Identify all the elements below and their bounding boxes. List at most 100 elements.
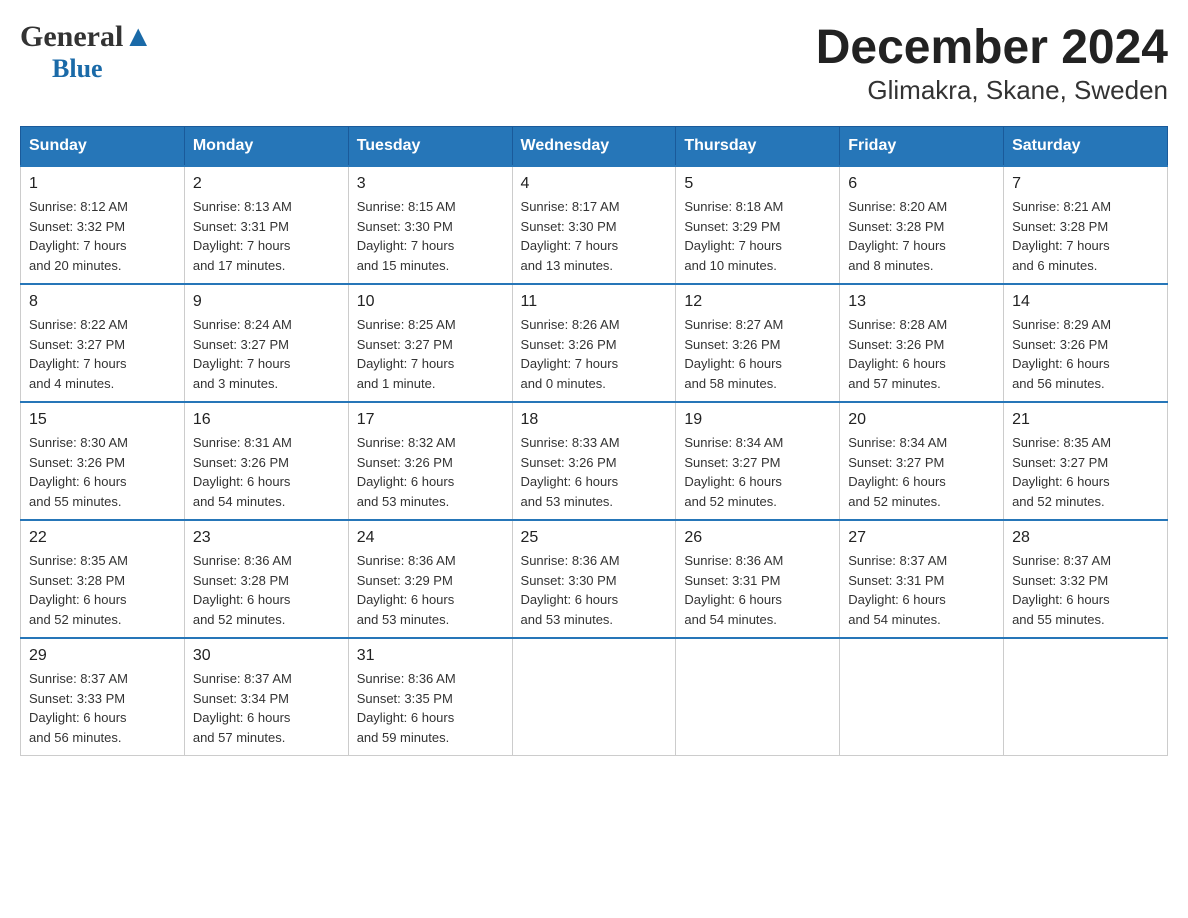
calendar-header: Sunday Monday Tuesday Wednesday Thursday…: [21, 127, 1168, 167]
calendar-cell: 24 Sunrise: 8:36 AMSunset: 3:29 PMDaylig…: [348, 520, 512, 638]
col-tuesday: Tuesday: [348, 127, 512, 167]
day-info: Sunrise: 8:37 AMSunset: 3:32 PMDaylight:…: [1012, 551, 1159, 629]
calendar-cell: 10 Sunrise: 8:25 AMSunset: 3:27 PMDaylig…: [348, 284, 512, 402]
calendar-cell: [512, 638, 676, 756]
day-info: Sunrise: 8:29 AMSunset: 3:26 PMDaylight:…: [1012, 315, 1159, 393]
calendar-cell: 18 Sunrise: 8:33 AMSunset: 3:26 PMDaylig…: [512, 402, 676, 520]
day-number: 12: [684, 293, 831, 311]
day-number: 17: [357, 411, 504, 429]
day-info: Sunrise: 8:31 AMSunset: 3:26 PMDaylight:…: [193, 433, 340, 511]
calendar-cell: 22 Sunrise: 8:35 AMSunset: 3:28 PMDaylig…: [21, 520, 185, 638]
page-title: December 2024: [816, 20, 1168, 75]
week-row-5: 29 Sunrise: 8:37 AMSunset: 3:33 PMDaylig…: [21, 638, 1168, 756]
day-info: Sunrise: 8:35 AMSunset: 3:28 PMDaylight:…: [29, 551, 176, 629]
day-number: 23: [193, 529, 340, 547]
day-info: Sunrise: 8:30 AMSunset: 3:26 PMDaylight:…: [29, 433, 176, 511]
day-number: 29: [29, 647, 176, 665]
day-number: 9: [193, 293, 340, 311]
page-subtitle: Glimakra, Skane, Sweden: [816, 75, 1168, 106]
day-number: 26: [684, 529, 831, 547]
calendar-cell: 21 Sunrise: 8:35 AMSunset: 3:27 PMDaylig…: [1004, 402, 1168, 520]
calendar-cell: 2 Sunrise: 8:13 AMSunset: 3:31 PMDayligh…: [184, 166, 348, 284]
page-header: General▲ Blue December 2024 Glimakra, Sk…: [20, 20, 1168, 106]
calendar-cell: 19 Sunrise: 8:34 AMSunset: 3:27 PMDaylig…: [676, 402, 840, 520]
week-row-3: 15 Sunrise: 8:30 AMSunset: 3:26 PMDaylig…: [21, 402, 1168, 520]
calendar-cell: 11 Sunrise: 8:26 AMSunset: 3:26 PMDaylig…: [512, 284, 676, 402]
col-wednesday: Wednesday: [512, 127, 676, 167]
day-info: Sunrise: 8:36 AMSunset: 3:28 PMDaylight:…: [193, 551, 340, 629]
day-number: 6: [848, 175, 995, 193]
day-number: 15: [29, 411, 176, 429]
day-info: Sunrise: 8:36 AMSunset: 3:35 PMDaylight:…: [357, 669, 504, 747]
day-number: 28: [1012, 529, 1159, 547]
day-number: 7: [1012, 175, 1159, 193]
day-info: Sunrise: 8:22 AMSunset: 3:27 PMDaylight:…: [29, 315, 176, 393]
header-row: Sunday Monday Tuesday Wednesday Thursday…: [21, 127, 1168, 167]
day-number: 3: [357, 175, 504, 193]
day-number: 20: [848, 411, 995, 429]
day-info: Sunrise: 8:17 AMSunset: 3:30 PMDaylight:…: [521, 197, 668, 275]
calendar-body: 1 Sunrise: 8:12 AMSunset: 3:32 PMDayligh…: [21, 166, 1168, 756]
week-row-1: 1 Sunrise: 8:12 AMSunset: 3:32 PMDayligh…: [21, 166, 1168, 284]
calendar-cell: 6 Sunrise: 8:20 AMSunset: 3:28 PMDayligh…: [840, 166, 1004, 284]
day-number: 22: [29, 529, 176, 547]
calendar-cell: 28 Sunrise: 8:37 AMSunset: 3:32 PMDaylig…: [1004, 520, 1168, 638]
calendar-cell: [1004, 638, 1168, 756]
day-info: Sunrise: 8:21 AMSunset: 3:28 PMDaylight:…: [1012, 197, 1159, 275]
day-info: Sunrise: 8:27 AMSunset: 3:26 PMDaylight:…: [684, 315, 831, 393]
day-info: Sunrise: 8:37 AMSunset: 3:33 PMDaylight:…: [29, 669, 176, 747]
calendar-cell: 26 Sunrise: 8:36 AMSunset: 3:31 PMDaylig…: [676, 520, 840, 638]
calendar-cell: 31 Sunrise: 8:36 AMSunset: 3:35 PMDaylig…: [348, 638, 512, 756]
calendar-cell: 12 Sunrise: 8:27 AMSunset: 3:26 PMDaylig…: [676, 284, 840, 402]
col-thursday: Thursday: [676, 127, 840, 167]
day-number: 8: [29, 293, 176, 311]
day-number: 27: [848, 529, 995, 547]
week-row-4: 22 Sunrise: 8:35 AMSunset: 3:28 PMDaylig…: [21, 520, 1168, 638]
day-number: 5: [684, 175, 831, 193]
calendar-cell: 17 Sunrise: 8:32 AMSunset: 3:26 PMDaylig…: [348, 402, 512, 520]
calendar-cell: [840, 638, 1004, 756]
calendar-cell: 4 Sunrise: 8:17 AMSunset: 3:30 PMDayligh…: [512, 166, 676, 284]
calendar-cell: 9 Sunrise: 8:24 AMSunset: 3:27 PMDayligh…: [184, 284, 348, 402]
calendar-table: Sunday Monday Tuesday Wednesday Thursday…: [20, 126, 1168, 756]
day-number: 30: [193, 647, 340, 665]
calendar-cell: 8 Sunrise: 8:22 AMSunset: 3:27 PMDayligh…: [21, 284, 185, 402]
day-number: 10: [357, 293, 504, 311]
day-number: 11: [521, 293, 668, 311]
day-info: Sunrise: 8:13 AMSunset: 3:31 PMDaylight:…: [193, 197, 340, 275]
day-number: 21: [1012, 411, 1159, 429]
calendar-cell: 30 Sunrise: 8:37 AMSunset: 3:34 PMDaylig…: [184, 638, 348, 756]
day-number: 31: [357, 647, 504, 665]
calendar-cell: 27 Sunrise: 8:37 AMSunset: 3:31 PMDaylig…: [840, 520, 1004, 638]
day-info: Sunrise: 8:37 AMSunset: 3:34 PMDaylight:…: [193, 669, 340, 747]
day-number: 25: [521, 529, 668, 547]
day-number: 18: [521, 411, 668, 429]
day-info: Sunrise: 8:33 AMSunset: 3:26 PMDaylight:…: [521, 433, 668, 511]
col-sunday: Sunday: [21, 127, 185, 167]
col-friday: Friday: [840, 127, 1004, 167]
title-block: December 2024 Glimakra, Skane, Sweden: [816, 20, 1168, 106]
calendar-cell: [676, 638, 840, 756]
day-info: Sunrise: 8:34 AMSunset: 3:27 PMDaylight:…: [848, 433, 995, 511]
logo-blue-text: Blue: [52, 54, 103, 84]
day-info: Sunrise: 8:36 AMSunset: 3:31 PMDaylight:…: [684, 551, 831, 629]
calendar-cell: 7 Sunrise: 8:21 AMSunset: 3:28 PMDayligh…: [1004, 166, 1168, 284]
calendar-cell: 3 Sunrise: 8:15 AMSunset: 3:30 PMDayligh…: [348, 166, 512, 284]
calendar-cell: 14 Sunrise: 8:29 AMSunset: 3:26 PMDaylig…: [1004, 284, 1168, 402]
day-info: Sunrise: 8:12 AMSunset: 3:32 PMDaylight:…: [29, 197, 176, 275]
day-number: 1: [29, 175, 176, 193]
week-row-2: 8 Sunrise: 8:22 AMSunset: 3:27 PMDayligh…: [21, 284, 1168, 402]
day-info: Sunrise: 8:25 AMSunset: 3:27 PMDaylight:…: [357, 315, 504, 393]
day-number: 19: [684, 411, 831, 429]
calendar-cell: 20 Sunrise: 8:34 AMSunset: 3:27 PMDaylig…: [840, 402, 1004, 520]
logo: General▲ Blue: [20, 20, 153, 84]
day-info: Sunrise: 8:20 AMSunset: 3:28 PMDaylight:…: [848, 197, 995, 275]
day-info: Sunrise: 8:35 AMSunset: 3:27 PMDaylight:…: [1012, 433, 1159, 511]
day-info: Sunrise: 8:32 AMSunset: 3:26 PMDaylight:…: [357, 433, 504, 511]
col-monday: Monday: [184, 127, 348, 167]
day-number: 14: [1012, 293, 1159, 311]
day-info: Sunrise: 8:28 AMSunset: 3:26 PMDaylight:…: [848, 315, 995, 393]
logo-text: General▲: [20, 20, 153, 54]
day-number: 24: [357, 529, 504, 547]
day-info: Sunrise: 8:24 AMSunset: 3:27 PMDaylight:…: [193, 315, 340, 393]
